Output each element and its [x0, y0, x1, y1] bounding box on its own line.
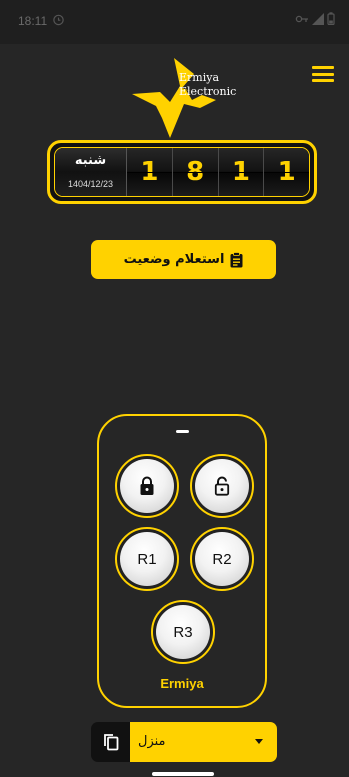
copy-icon[interactable]: [91, 722, 130, 762]
remote-control: R1 R2 R3 Ermiya: [97, 414, 267, 708]
r2-button[interactable]: R2: [190, 527, 254, 591]
counter-display: شنبه 1404/12/23 1 8 1 1: [47, 140, 317, 204]
r3-button[interactable]: R3: [151, 600, 215, 664]
hamburger-menu-icon[interactable]: [312, 66, 334, 82]
day-box: شنبه 1404/12/23: [55, 148, 127, 196]
r2-label: R2: [195, 532, 249, 586]
logo-text-line1: Ermiya: [179, 71, 220, 84]
status-time: 18:11: [18, 14, 48, 28]
counter-digit-3: 1: [218, 148, 265, 196]
location-selected: منزل: [138, 734, 166, 749]
lock-closed-icon: [140, 476, 154, 495]
alarm-clock-icon: [53, 14, 64, 26]
logo-text: Ermiya Electronic: [179, 71, 236, 99]
r1-button[interactable]: R1: [115, 527, 179, 591]
lock-button[interactable]: [115, 454, 179, 518]
counter-inner: شنبه 1404/12/23 1 8 1 1: [54, 147, 310, 197]
counter-digit-4: 1: [264, 148, 309, 196]
lock-open-icon: [214, 476, 230, 496]
r1-label: R1: [120, 532, 174, 586]
remote-brand: Ermiya: [160, 676, 204, 691]
counter-digit-2: 8: [172, 148, 219, 196]
gesture-nav-handle: [152, 772, 214, 776]
clipboard-icon: [230, 251, 243, 267]
r3-label: R3: [156, 605, 210, 659]
counter-digit-1: 1: [127, 148, 173, 196]
location-selector[interactable]: منزل: [91, 722, 277, 762]
caret-down-icon: [255, 739, 263, 744]
location-dropdown[interactable]: منزل: [130, 722, 277, 762]
status-inquiry-label: استعلام وضعیت: [123, 252, 225, 267]
status-indicators: [295, 12, 335, 25]
day-name: شنبه: [74, 153, 107, 168]
battery-icon: [327, 12, 335, 25]
status-bar: 18:11: [0, 0, 349, 44]
vpn-key-icon: [295, 15, 308, 22]
status-inquiry-button[interactable]: استعلام وضعیت: [91, 240, 276, 279]
logo-text-line2: Electronic: [179, 85, 237, 98]
day-date: 1404/12/23: [67, 179, 114, 189]
signal-icon: [312, 12, 324, 25]
unlock-button[interactable]: [190, 454, 254, 518]
remote-handle: [176, 430, 189, 433]
